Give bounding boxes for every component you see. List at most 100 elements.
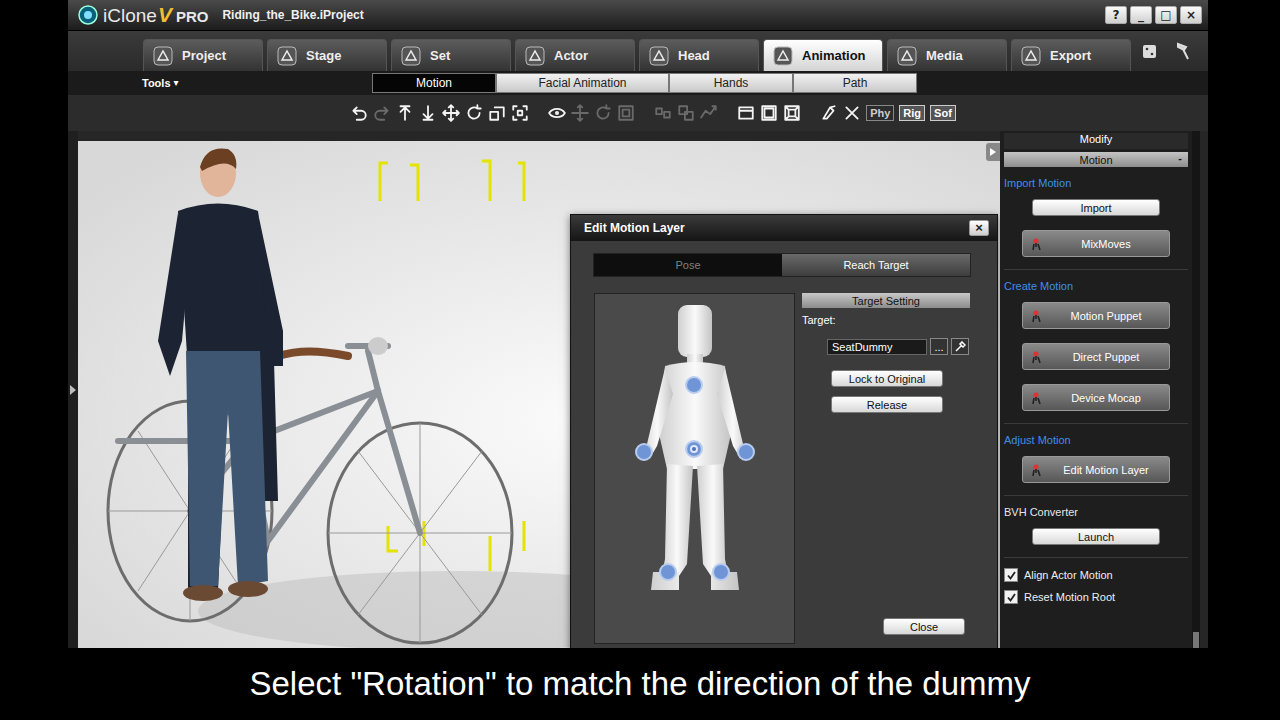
sub-tab[interactable]: Motion	[373, 74, 495, 92]
window-control-button[interactable]: □	[1155, 6, 1177, 24]
panel-button[interactable]: Edit Motion Layer	[1022, 456, 1170, 483]
effector-dot[interactable]	[712, 563, 730, 581]
tool-icon[interactable]	[373, 104, 391, 122]
group-heading: Import Motion	[1004, 177, 1071, 189]
dialog-tab[interactable]: Pose	[594, 254, 782, 276]
tool-icon[interactable]	[820, 104, 838, 122]
panel-button[interactable]: MixMoves	[1022, 230, 1170, 257]
sub-tab[interactable]: Hands	[670, 74, 792, 92]
tool-icon[interactable]	[700, 104, 718, 122]
panel-group: Create Motion Motion Puppet Direct Puppet D…	[1004, 270, 1188, 424]
tool-icon[interactable]	[617, 104, 635, 122]
edit-motion-layer-dialog[interactable]: Edit Motion Layer× PoseReach Target Target…	[570, 214, 998, 648]
sub-tab[interactable]: Facial Animation	[497, 74, 668, 92]
window-control-button[interactable]: _	[1130, 6, 1152, 24]
main-tab[interactable]: Project	[143, 39, 263, 71]
tab-icon	[400, 45, 422, 67]
option-checkbox[interactable]: Align Actor Motion	[1004, 568, 1188, 582]
tool-icon[interactable]	[548, 104, 566, 122]
tool-icon[interactable]	[396, 104, 414, 122]
dialog-button[interactable]: Release	[831, 396, 943, 413]
target-settings: Target SettingTarget:SeatDummy...Lock to…	[802, 293, 970, 644]
main-tab[interactable]: Animation	[763, 39, 883, 71]
window-control-button[interactable]: ?	[1105, 6, 1127, 24]
tool-label[interactable]: Phy	[866, 105, 894, 121]
panel-scrollbar[interactable]	[1192, 131, 1200, 648]
tools-menu[interactable]: Tools▾	[142, 77, 372, 89]
collapse-button[interactable]	[986, 143, 1000, 161]
tool-icon[interactable]	[442, 104, 460, 122]
tab-icon	[276, 45, 298, 67]
title-bar: iCloneVPRORiding_the_Bike.iProject?_□×	[68, 0, 1208, 31]
effector-dot[interactable]	[685, 376, 703, 394]
target-row: SeatDummy...	[827, 338, 969, 355]
logo-edition: PRO	[176, 8, 209, 25]
eyedropper-icon	[954, 341, 966, 353]
tool-icon[interactable]	[737, 104, 755, 122]
button-icon	[1031, 391, 1045, 405]
expand-arrow-icon[interactable]	[70, 385, 76, 395]
window-control-button[interactable]: ×	[1180, 6, 1202, 24]
main-tab[interactable]: Media	[887, 39, 1007, 71]
tool-icon[interactable]	[783, 104, 801, 122]
panel-section-bar[interactable]: Motion-	[1004, 152, 1188, 167]
tool-label[interactable]: Rig	[899, 105, 925, 121]
tool-icon[interactable]	[488, 104, 506, 122]
main-tab[interactable]: Export	[1011, 39, 1131, 71]
main-tab[interactable]: Actor	[515, 39, 635, 71]
main-tab[interactable]: Set	[391, 39, 511, 71]
dialog-close-button[interactable]: ×	[969, 220, 989, 236]
group-heading: Create Motion	[1004, 280, 1073, 292]
tool-icon[interactable]	[465, 104, 483, 122]
group-heading: Adjust Motion	[1004, 434, 1071, 446]
effector-dot[interactable]	[737, 443, 755, 461]
target-field[interactable]: SeatDummy	[827, 339, 927, 355]
tab-icon	[648, 45, 670, 67]
mannequin-icon	[595, 294, 796, 645]
figure-panel	[594, 293, 795, 644]
effector-dot[interactable]	[685, 440, 703, 458]
panel-button[interactable]: Motion Puppet	[1022, 302, 1170, 329]
effector-dot[interactable]	[659, 563, 677, 581]
panel-button[interactable]: Device Mocap	[1022, 384, 1170, 411]
viewport[interactable]: Edit Motion Layer× PoseReach Target Target…	[78, 141, 1000, 648]
panel-button[interactable]: Import	[1032, 199, 1160, 216]
tab-icon	[772, 45, 794, 67]
tool-label[interactable]: Sof	[930, 105, 956, 121]
dialog-tabs: PoseReach Target	[593, 253, 971, 277]
dice-icon[interactable]	[1140, 40, 1162, 62]
tool-icon[interactable]	[677, 104, 695, 122]
main-tab[interactable]: Head	[639, 39, 759, 71]
tool-icon[interactable]	[594, 104, 612, 122]
checkbox[interactable]	[1004, 568, 1018, 582]
close-button[interactable]: Close	[883, 618, 965, 635]
tool-icon[interactable]	[760, 104, 778, 122]
group-heading: BVH Converter	[1004, 506, 1078, 518]
check-icon	[1006, 570, 1017, 581]
main-tab[interactable]: Stage	[267, 39, 387, 71]
tool-icon[interactable]	[571, 104, 589, 122]
checkbox[interactable]	[1004, 590, 1018, 604]
pick-button[interactable]	[951, 338, 969, 355]
browse-button[interactable]: ...	[930, 338, 948, 355]
sub-tab[interactable]: Path	[794, 74, 916, 92]
panel-button[interactable]: Launch	[1032, 528, 1160, 545]
option-checkbox[interactable]: Reset Motion Root	[1004, 590, 1188, 604]
tool-icon[interactable]	[654, 104, 672, 122]
tool-icon[interactable]	[843, 104, 861, 122]
dialog-title-bar[interactable]: Edit Motion Layer×	[571, 215, 997, 241]
tab-icon	[896, 45, 918, 67]
effector-dot[interactable]	[635, 443, 653, 461]
tool-icon[interactable]	[350, 104, 368, 122]
dialog-button[interactable]: Lock to Original	[831, 370, 943, 387]
section-toggle[interactable]: -	[1178, 152, 1182, 164]
tab-icon	[524, 45, 546, 67]
main-tab-bar: ProjectStageSetActorHeadAnimationMediaEx…	[68, 31, 1208, 71]
hammer-icon[interactable]	[1172, 40, 1194, 62]
dialog-tab[interactable]: Reach Target	[782, 254, 970, 276]
scroll-thumb[interactable]	[1193, 632, 1199, 648]
tool-icon[interactable]	[511, 104, 529, 122]
sub-bar: Tools▾MotionFacial AnimationHandsPath	[68, 71, 1208, 95]
tool-icon[interactable]	[419, 104, 437, 122]
panel-button[interactable]: Direct Puppet	[1022, 343, 1170, 370]
